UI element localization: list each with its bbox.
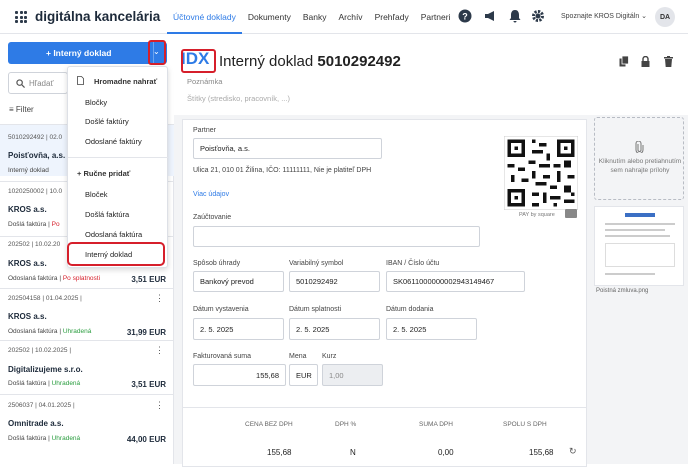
menu-item-blocek[interactable]: Bloček bbox=[85, 190, 108, 199]
delivery-date-field[interactable]: 2. 5. 2025 bbox=[386, 318, 477, 340]
filter-button[interactable]: ≡ Filter bbox=[9, 105, 34, 114]
help-icon[interactable]: ? bbox=[458, 9, 472, 23]
qr-code bbox=[504, 136, 578, 210]
more-icon[interactable]: ⋮ bbox=[155, 293, 164, 304]
document-form: Partner Poisťovňa, a.s. Ulica 21, 010 01… bbox=[182, 119, 587, 435]
note-field[interactable]: Poznámka bbox=[187, 77, 222, 86]
totals-table: CENA BEZ DPH DPH % SUMA DPH SPOLU S DPH … bbox=[182, 407, 587, 467]
payment-method-select[interactable]: Bankový prevod bbox=[193, 271, 284, 292]
menu-item-dosla-faktura[interactable]: Došlá faktúra bbox=[85, 210, 129, 219]
thumb-line bbox=[605, 273, 655, 275]
nav-prehlady[interactable]: Prehľady bbox=[369, 0, 415, 34]
avatar[interactable]: DA bbox=[655, 7, 675, 27]
chevron-down-icon: ⌄ bbox=[641, 13, 648, 20]
attachment-dropzone[interactable]: Kliknutím alebo pretiahnutím sem nahrajt… bbox=[594, 117, 684, 200]
thumb-table bbox=[605, 243, 675, 267]
paperclip-icon bbox=[635, 141, 644, 153]
search-input[interactable]: Hľadať bbox=[8, 72, 68, 94]
gear-icon[interactable] bbox=[531, 9, 545, 23]
menu-item-highlight bbox=[67, 242, 165, 266]
menu-divider bbox=[68, 157, 168, 158]
list-item[interactable]: 202504158 | 01.04.2025 | ⋮ KROS a.s. Odo… bbox=[0, 288, 174, 340]
lock-icon[interactable] bbox=[641, 56, 650, 67]
thumb-line bbox=[605, 223, 675, 225]
list-item[interactable]: 2506037 | 04.01.2025 | ⋮ Omnitrade a.s. … bbox=[0, 394, 174, 454]
menu-item-blocky[interactable]: Bločky bbox=[85, 98, 107, 107]
thumb-logo bbox=[625, 213, 655, 217]
nav-banky[interactable]: Banky bbox=[297, 0, 333, 34]
iban-field[interactable]: SK0611000000002943149467 bbox=[386, 271, 525, 292]
top-bar: digitálna kancelária Účtovné doklady Dok… bbox=[0, 0, 688, 34]
exchange-rate-field: 1,00 bbox=[322, 364, 383, 386]
bell-icon[interactable] bbox=[508, 9, 522, 23]
currency-select[interactable]: EUR bbox=[289, 364, 318, 386]
svg-text:?: ? bbox=[462, 12, 468, 22]
new-internal-doc-button[interactable]: + Interný doklad bbox=[8, 42, 167, 64]
more-icon[interactable]: ⋮ bbox=[155, 345, 164, 356]
list-item[interactable]: 202502 | 10.02.2025 | ⋮ Digitalizujeme s… bbox=[0, 340, 174, 394]
user-name[interactable]: Spoznajte KROS Digitáln ⌄ bbox=[561, 12, 647, 20]
chevron-down-icon: ⌄ bbox=[153, 47, 160, 56]
accounting-field[interactable] bbox=[193, 226, 480, 247]
nav-archiv[interactable]: Archív bbox=[332, 0, 368, 34]
copy-icon[interactable] bbox=[619, 56, 629, 67]
page-title: Interný doklad 5010292492 bbox=[219, 53, 401, 70]
attachment-thumbnail[interactable] bbox=[594, 206, 684, 286]
nav-uctovne-doklady[interactable]: Účtovné doklady bbox=[167, 0, 242, 34]
issue-date-field[interactable]: 2. 5. 2025 bbox=[193, 318, 284, 340]
thumb-line bbox=[605, 235, 670, 237]
more-icon[interactable]: ⋮ bbox=[155, 400, 164, 411]
filter-icon: ≡ bbox=[9, 105, 14, 114]
apps-grid-icon[interactable] bbox=[15, 11, 27, 23]
due-date-field[interactable]: 2. 5. 2025 bbox=[289, 318, 380, 340]
new-doc-menu: Hromadne nahrať Bločky Došlé faktúry Odo… bbox=[67, 66, 168, 268]
brand-logo[interactable]: digitálna kancelária bbox=[35, 9, 160, 24]
trash-icon[interactable] bbox=[664, 56, 673, 67]
refresh-icon[interactable]: ↻ bbox=[569, 446, 577, 457]
new-doc-dropdown-toggle[interactable]: ⌄ bbox=[148, 40, 166, 65]
invoiced-amount-field[interactable]: 155,68 bbox=[193, 364, 286, 386]
megaphone-icon[interactable] bbox=[483, 9, 497, 23]
nav-dokumenty[interactable]: Dokumenty bbox=[242, 0, 297, 34]
document-header: IDX Interný doklad 5010292492 Poznámka Š… bbox=[174, 35, 688, 115]
partner-field[interactable]: Poisťovňa, a.s. bbox=[193, 138, 382, 159]
tags-field[interactable]: Štítky (stredisko, pracovník, ...) bbox=[187, 94, 290, 103]
document-icon bbox=[77, 76, 84, 85]
main-nav: Účtovné doklady Dokumenty Banky Archív P… bbox=[167, 0, 456, 34]
nav-partneri[interactable]: Partneri bbox=[415, 0, 457, 34]
pay-by-square-badge bbox=[565, 209, 577, 218]
menu-item-odoslane-faktury[interactable]: Odoslané faktúry bbox=[85, 137, 142, 146]
search-icon bbox=[16, 79, 25, 88]
variable-symbol-field[interactable]: 5010292492 bbox=[289, 271, 380, 292]
document-detail: IDX Interný doklad 5010292492 Poznámka Š… bbox=[174, 35, 688, 467]
doc-type-highlight bbox=[181, 49, 216, 73]
menu-item-dosle-faktury[interactable]: Došlé faktúry bbox=[85, 117, 129, 126]
more-details-link[interactable]: Viac údajov bbox=[193, 191, 229, 198]
attachment-filename: Poistná zmluva.png bbox=[596, 288, 649, 294]
thumb-line bbox=[605, 229, 665, 231]
menu-item-odoslana-faktura[interactable]: Odoslaná faktúra bbox=[85, 230, 142, 239]
